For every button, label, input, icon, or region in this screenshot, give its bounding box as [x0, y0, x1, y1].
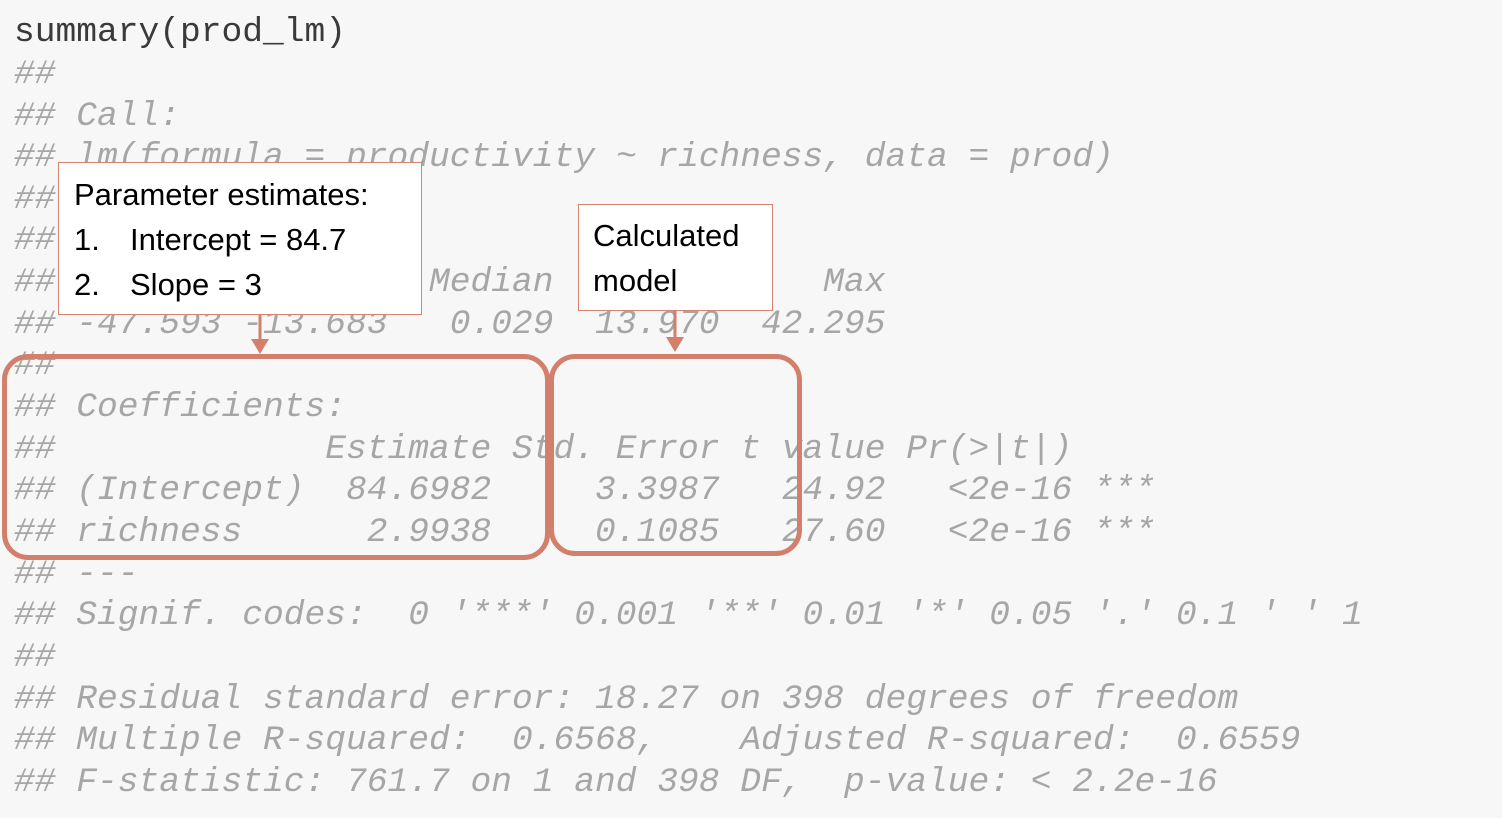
output-line: ## — [14, 638, 56, 677]
callout-title: Parameter estimates: — [74, 177, 369, 212]
output-line: ## Residual standard error: 18.27 on 398… — [14, 680, 1239, 719]
list-item-intercept: 1. Intercept = 84.7 — [74, 217, 421, 262]
output-line: ## Signif. codes: 0 '***' 0.001 '**' 0.0… — [14, 596, 1363, 635]
parameter-estimates-callout: Parameter estimates: 1. Intercept = 84.7… — [58, 162, 422, 315]
list-text: Intercept = 84.7 — [130, 222, 347, 257]
list-text: Slope = 3 — [130, 267, 262, 302]
list-item-slope: 2. Slope = 3 — [74, 262, 421, 307]
list-number: 2. — [74, 267, 100, 302]
calculated-model-callout: Calculated model — [578, 204, 773, 311]
output-line: ## F-statistic: 761.7 on 1 and 398 DF, p… — [14, 763, 1218, 802]
output-line: ## --- — [14, 555, 139, 594]
output-line: ## Call: — [14, 97, 181, 136]
output-line: ## — [14, 180, 56, 219]
output-line: ## — [14, 55, 56, 94]
list-number: 1. — [74, 222, 100, 257]
output-line: ## Multiple R-squared: 0.6568, Adjusted … — [14, 721, 1301, 760]
callout-line-2: model — [593, 263, 678, 298]
callout-line-1: Calculated — [593, 218, 740, 253]
coefficient-estimates-highlight — [2, 354, 550, 560]
std-error-highlight — [549, 354, 802, 556]
r-command-line: summary(prod_lm) — [14, 13, 347, 52]
